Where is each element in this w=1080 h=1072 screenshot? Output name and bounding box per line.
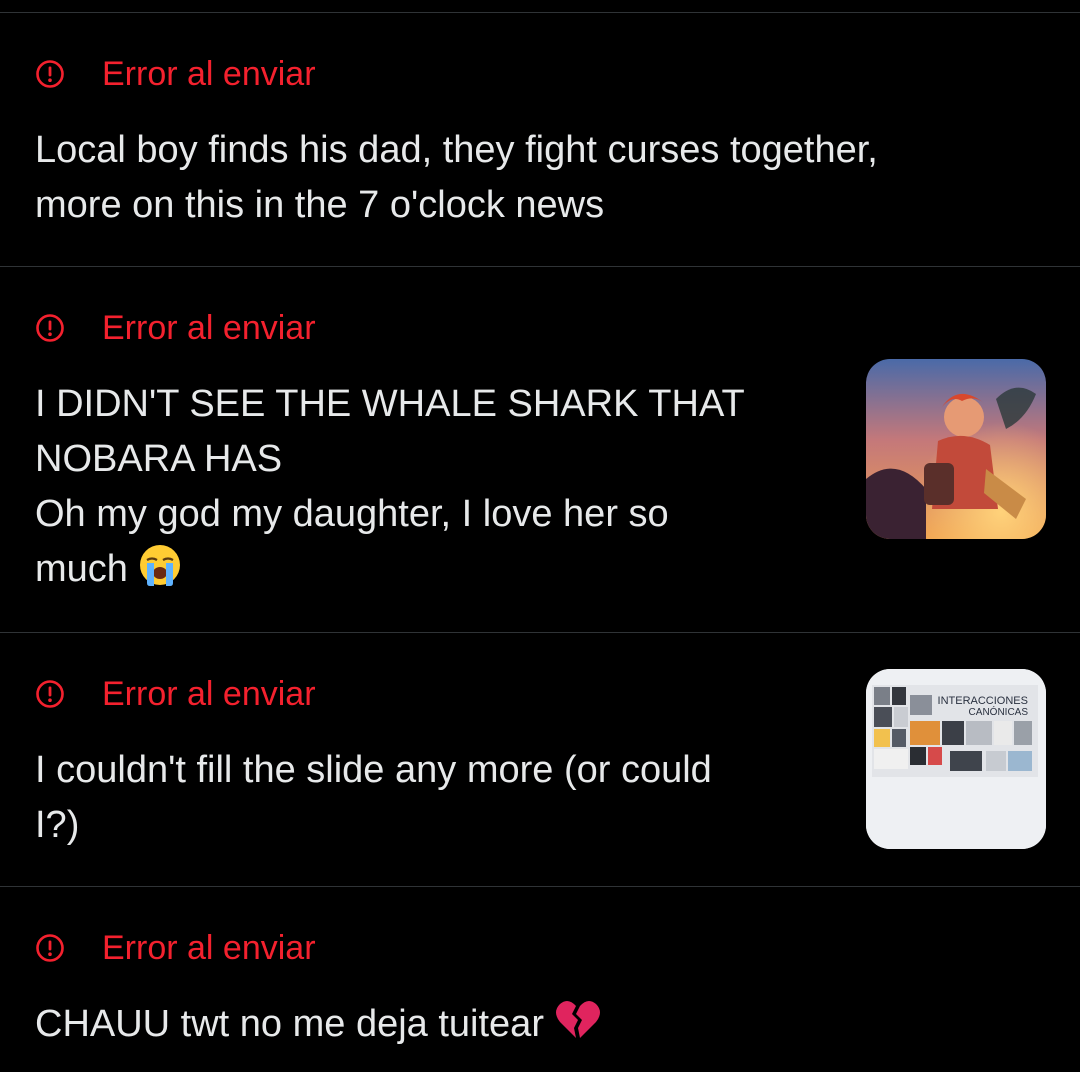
draft-text: Local boy finds his dad, they fight curs…: [35, 129, 878, 226]
draft-item[interactable]: Error al enviar I DIDN'T SEE THE WHALE S…: [0, 267, 1080, 633]
error-circle-icon: [36, 314, 64, 342]
error-status: Error al enviar: [34, 928, 316, 968]
draft-item[interactable]: Error al enviar I couldn't fill the slid…: [0, 633, 1080, 887]
collage-title-line2: CANÓNICAS: [969, 705, 1029, 718]
error-circle-icon: [36, 934, 64, 962]
draft-text-body: CHAUU twt no me deja tuitear: [35, 1003, 544, 1045]
draft-text: I DIDN'T SEE THE WHALE SHARK THAT NOBARA…: [35, 377, 745, 603]
error-circle-icon: [36, 680, 64, 708]
draft-text: CHAUU twt no me deja tuitear: [35, 997, 600, 1058]
error-label: Error al enviar: [102, 675, 316, 713]
media-thumbnail[interactable]: INTERACCIONES CANÓNICAS: [866, 669, 1046, 849]
error-label: Error al enviar: [102, 55, 316, 93]
loudly-crying-face-emoji: [138, 543, 182, 603]
draft-text: I couldn't fill the slide any more (or c…: [35, 749, 712, 846]
draft-item[interactable]: Error al enviar Local boy finds his dad,…: [0, 13, 1080, 267]
anime-illustration-image: [866, 359, 1046, 539]
draft-item[interactable]: Error al enviar CHAUU twt no me deja tui…: [0, 887, 1080, 1072]
broken-heart-emoji: [554, 998, 600, 1058]
error-status: Error al enviar: [34, 54, 316, 94]
error-status: Error al enviar: [34, 674, 316, 714]
collage-title-line1: INTERACCIONES: [938, 695, 1028, 707]
media-thumbnail[interactable]: [866, 359, 1046, 539]
error-circle-icon: [36, 60, 64, 88]
slide-collage-image: INTERACCIONES CANÓNICAS: [866, 669, 1046, 849]
error-label: Error al enviar: [102, 929, 316, 967]
error-status: Error al enviar: [34, 308, 316, 348]
error-label: Error al enviar: [102, 309, 316, 347]
